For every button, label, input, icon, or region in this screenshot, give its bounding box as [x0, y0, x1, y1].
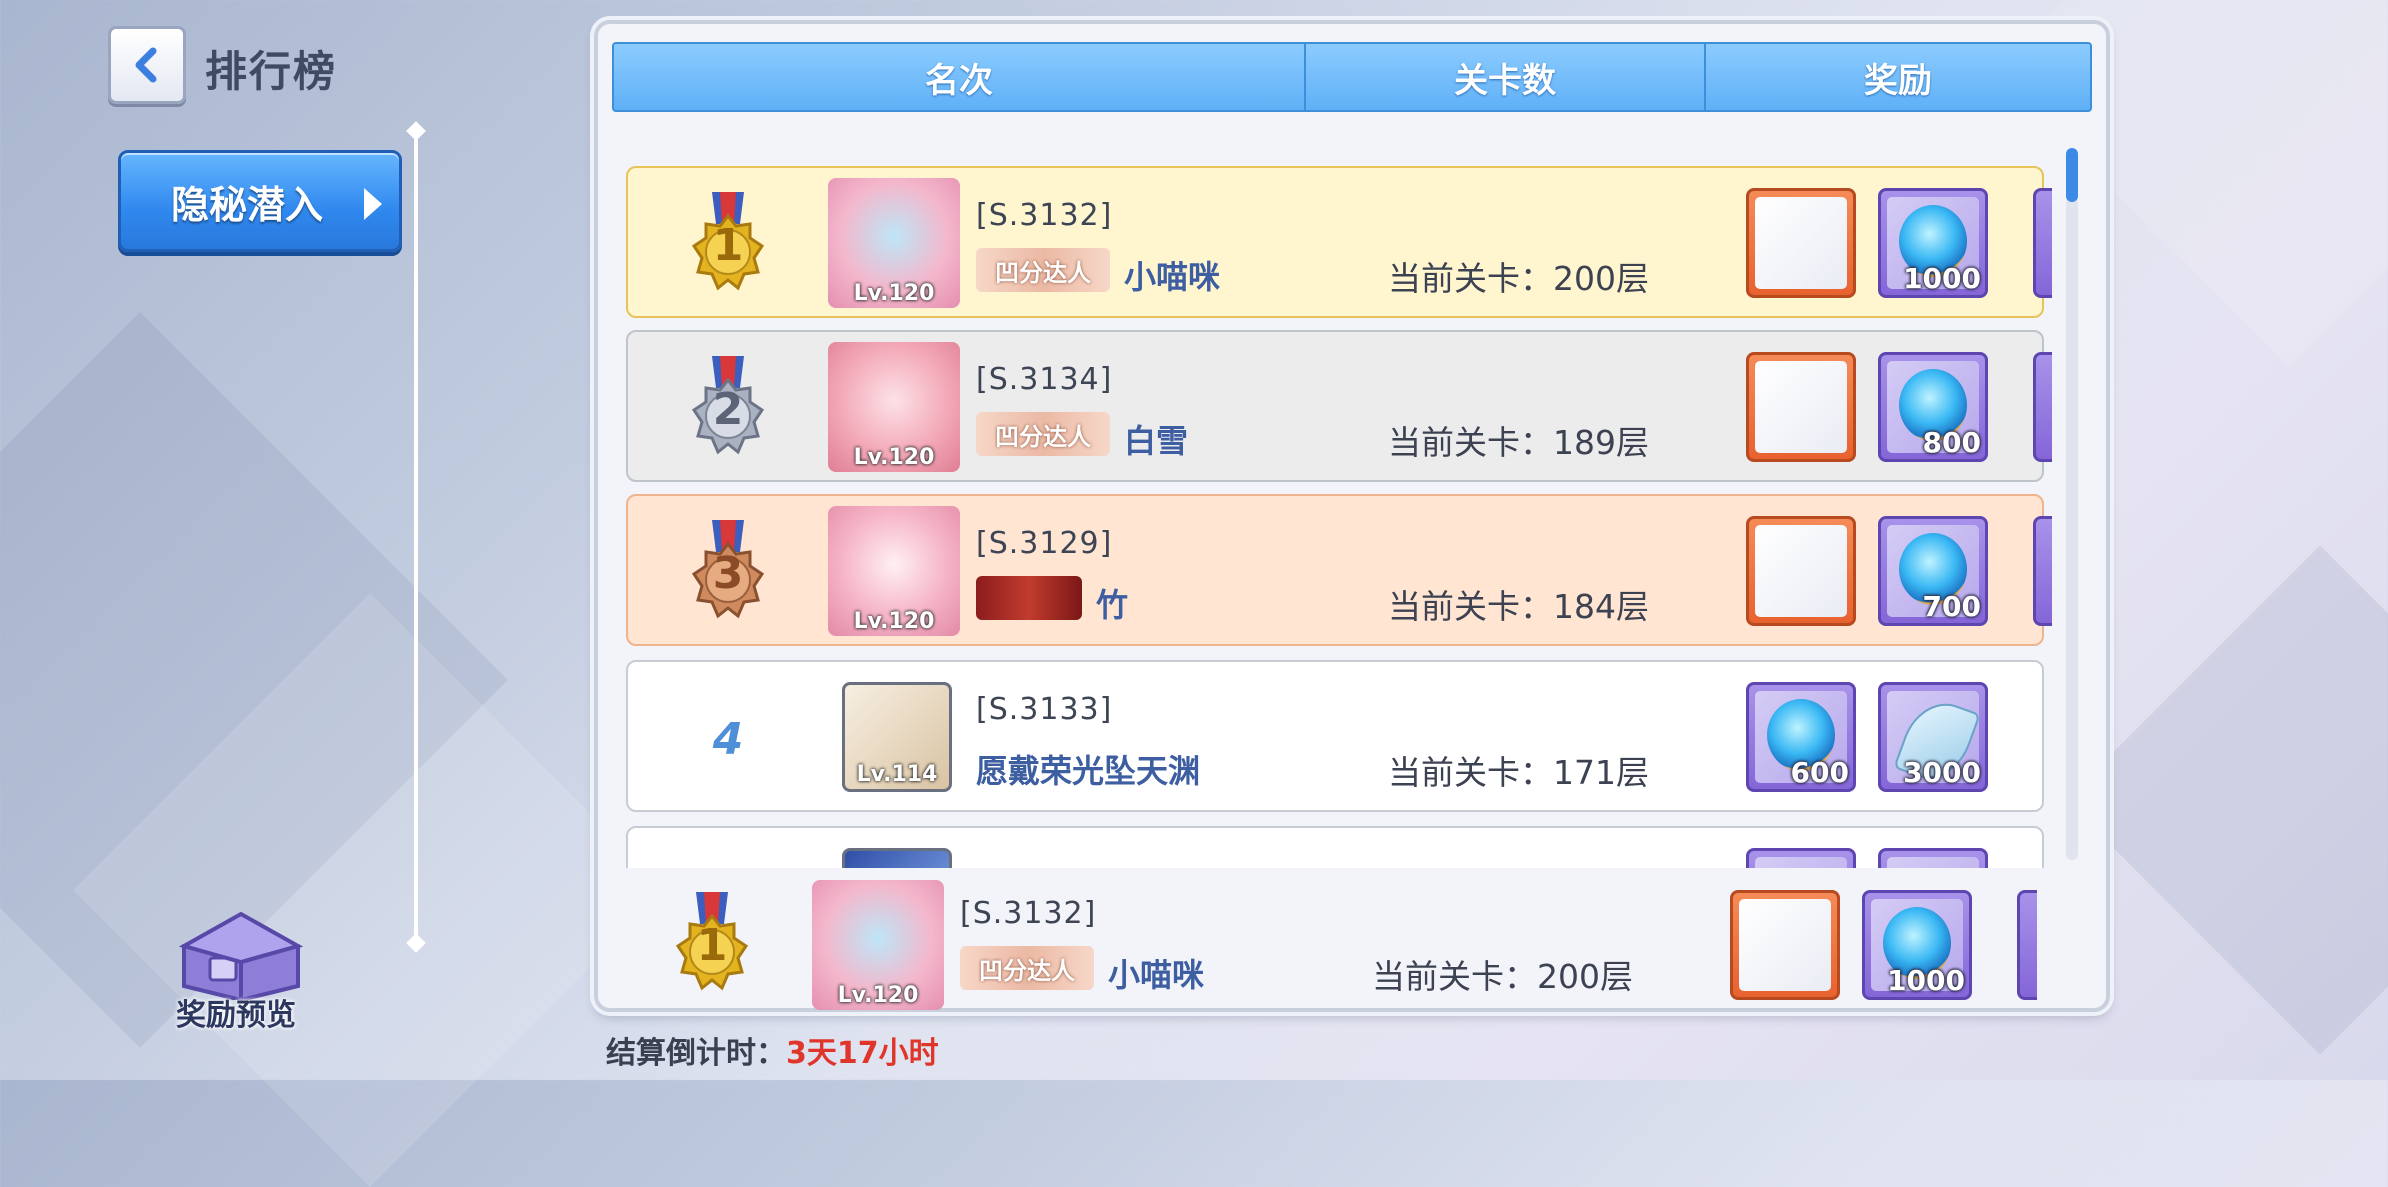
reward-quantity: 1000 [1903, 262, 1981, 295]
title-badge: 凹分达人 [976, 412, 1110, 456]
ranking-row[interactable]: 1 Lv.120 [S.3132] 凹分达人 小喵咪 当前关卡：200层 100… [626, 166, 2052, 318]
chevron-right-icon [364, 188, 382, 220]
ranking-list[interactable]: 1 Lv.120 [S.3132] 凹分达人 小喵咪 当前关卡：200层 100… [612, 130, 2052, 868]
reward-quantity: 800 [1922, 426, 1981, 459]
reward-quantity: 600 [1790, 756, 1849, 789]
player-server: [S.3133] [976, 692, 1113, 727]
current-stage: 当前关卡：189层 [1388, 423, 1649, 462]
reward-quantity: 3000 [1903, 756, 1981, 789]
frame-item-icon [1755, 525, 1847, 617]
scrollbar-thumb[interactable] [2066, 148, 2078, 202]
reward-item-partial [2033, 188, 2052, 298]
back-button[interactable] [108, 26, 186, 104]
ranking-row[interactable] [626, 826, 2044, 868]
reward-item-partial [2033, 516, 2052, 626]
player-server: [S.3129] [976, 526, 1113, 561]
reward-item[interactable] [1730, 890, 1840, 1000]
ranking-row[interactable]: 4 Lv.114 [S.3133] 愿戴荣光坠天渊 当前关卡：171层 600 … [626, 660, 2044, 812]
title-badge: 凹分达人 [976, 248, 1110, 292]
rank-number: 3 [712, 548, 744, 599]
reward-item[interactable] [1746, 188, 1856, 298]
reward-item[interactable] [1746, 848, 1856, 868]
player-level: Lv.120 [853, 281, 935, 306]
player-avatar[interactable]: Lv.120 [828, 178, 960, 308]
player-server: [S.3132] [976, 198, 1113, 233]
reward-item[interactable]: 600 [1746, 682, 1856, 792]
rank-number: 1 [712, 220, 744, 271]
ranking-row[interactable]: 2 Lv.120 [S.3134] 凹分达人 白雪 当前关卡：189层 800 [626, 330, 2052, 482]
frame-item-icon [1739, 899, 1831, 991]
reward-item[interactable]: 700 [1878, 516, 1988, 626]
title-badge-text: 凹分达人 [979, 956, 1075, 985]
countdown-label: 结算倒计时： [606, 1036, 786, 1071]
player-avatar[interactable]: Lv.120 [828, 342, 960, 472]
table-header: 名次 关卡数 奖励 [612, 42, 2092, 112]
scrollbar[interactable] [2066, 148, 2078, 860]
title-badge-text: 凹分达人 [995, 258, 1091, 287]
reward-chest-icon[interactable] [174, 912, 308, 1000]
current-stage: 当前关卡：184层 [1388, 587, 1649, 626]
player-name: 白雪 [1124, 422, 1189, 460]
reward-item-partial [2017, 890, 2037, 1000]
current-stage: 当前关卡：200层 [1388, 259, 1649, 298]
player-server: [S.3132] [960, 896, 1097, 931]
title-badge: 凹分达人 [960, 946, 1094, 990]
frame-item-icon [1755, 361, 1847, 453]
column-header-rewards: 奖励 [1864, 60, 1932, 101]
reward-item[interactable] [1746, 516, 1856, 626]
player-level: Lv.120 [853, 609, 935, 634]
player-level: Lv.120 [837, 983, 919, 1008]
rank-number: 4 [712, 714, 744, 765]
player-name: 竹 [1096, 586, 1129, 624]
player-avatar[interactable]: Lv.114 [842, 682, 952, 792]
settlement-countdown: 结算倒计时：3天17小时 [606, 1028, 939, 1072]
rank-number: 1 [696, 920, 728, 971]
player-level: Lv.120 [853, 445, 935, 470]
page-title: 排行榜 [205, 47, 338, 96]
reward-quantity: 1000 [1887, 964, 1965, 997]
title-badge-text: 凹分达人 [995, 422, 1091, 451]
player-avatar[interactable] [842, 848, 952, 868]
reward-item[interactable]: 1000 [1862, 890, 1972, 1000]
column-header-stages: 关卡数 [1306, 44, 1706, 110]
player-name: 小喵咪 [1124, 258, 1221, 296]
reward-item[interactable] [1878, 848, 1988, 868]
rank-number: 2 [712, 384, 744, 435]
reward-item[interactable]: 1000 [1878, 188, 1988, 298]
player-name: 愿戴荣光坠天渊 [976, 752, 1201, 790]
reward-item[interactable]: 3000 [1878, 682, 1988, 792]
mode-tab-stealth[interactable]: 隐秘潜入 [118, 150, 402, 252]
ranking-panel: 名次 关卡数 奖励 1 Lv.120 [S.3132] 凹分达人 小喵咪 当前关… [594, 20, 2110, 1012]
column-header-rank: 名次 [614, 44, 1306, 110]
player-avatar[interactable]: Lv.120 [812, 880, 944, 1010]
frame-item-icon [1755, 197, 1847, 289]
reward-item[interactable] [1746, 352, 1856, 462]
ranking-row[interactable]: 3 Lv.120 [S.3129] 竹 当前关卡：184层 700 [626, 494, 2052, 646]
reward-preview-label[interactable]: 奖励预览 [176, 990, 296, 1034]
player-server: [S.3134] [976, 362, 1113, 397]
reward-item[interactable]: 800 [1878, 352, 1988, 462]
title-badge [976, 576, 1082, 620]
background-shape [2065, 545, 2388, 1055]
current-stage: 当前关卡：171层 [1388, 753, 1649, 792]
player-avatar[interactable]: Lv.120 [828, 506, 960, 636]
mode-tab-label: 隐秘潜入 [171, 182, 324, 227]
countdown-value: 3天17小时 [786, 1036, 939, 1071]
current-stage: 当前关卡：200层 [1372, 957, 1633, 996]
player-name: 小喵咪 [1108, 956, 1205, 994]
reward-item-partial [2033, 352, 2052, 462]
chevron-left-icon [135, 47, 157, 83]
my-ranking-row[interactable]: 1 Lv.120 [S.3132] 凹分达人 小喵咪 当前关卡：200层 100… [612, 880, 2037, 1010]
player-level: Lv.114 [856, 762, 938, 787]
reward-quantity: 700 [1922, 590, 1981, 623]
divider-dot [406, 121, 426, 141]
divider-line [414, 128, 418, 946]
